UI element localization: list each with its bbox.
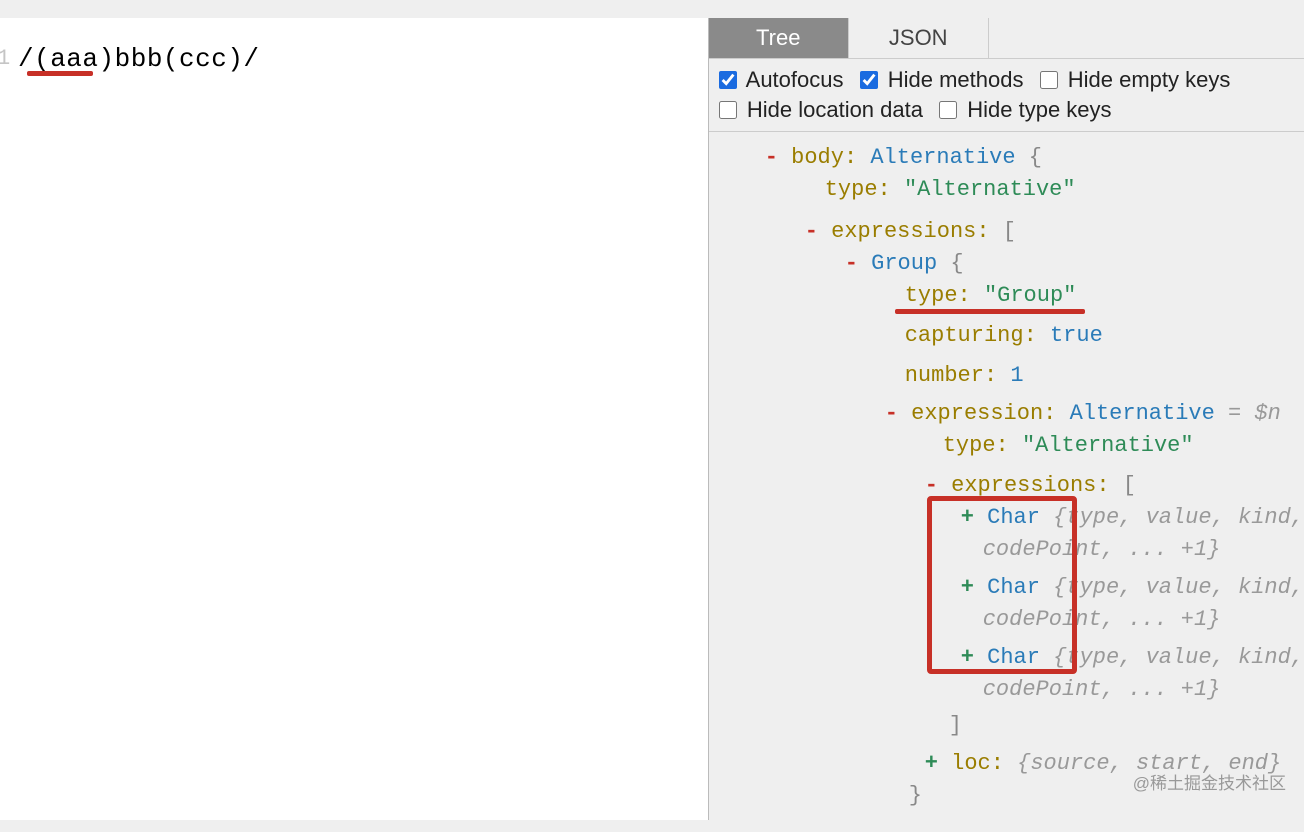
toggle-body[interactable]: -	[765, 145, 778, 170]
tree-char-1-sum1: {type, value, kind,	[1053, 505, 1304, 530]
checkbox-autofocus[interactable]	[719, 71, 737, 89]
tree-char-3-sum2: codePoint, ... +1}	[983, 677, 1221, 702]
option-hide-location-data-label: Hide location data	[747, 97, 923, 122]
tree-val-type-1: "Alternative"	[904, 177, 1076, 202]
tree-key-capturing: capturing	[905, 323, 1024, 348]
tree-type-group[interactable]: Group	[871, 251, 937, 276]
code-content[interactable]: /(aaa)bbb(ccc)/	[18, 44, 260, 74]
annotation-underline-editor	[27, 71, 93, 76]
tab-json[interactable]: JSON	[849, 18, 989, 58]
tree-type-char-3[interactable]: Char	[987, 645, 1040, 670]
tree-char-1-sum2: codePoint, ... +1}	[983, 537, 1221, 562]
tree-key-type-3: type	[943, 433, 996, 458]
option-hide-methods[interactable]: Hide methods	[860, 67, 1030, 92]
checkbox-hide-location-data[interactable]	[719, 101, 737, 119]
line-number: 1	[0, 46, 10, 71]
option-hide-type-keys[interactable]: Hide type keys	[939, 97, 1111, 122]
tree-brace-open-2: {	[950, 251, 963, 276]
tab-tree[interactable]: Tree	[709, 18, 849, 58]
toggle-expression[interactable]: -	[885, 401, 898, 426]
option-autofocus[interactable]: Autofocus	[719, 67, 850, 92]
tree-key-loc: loc	[951, 751, 991, 776]
inspector-pane: Tree JSON Autofocus Hide methods Hide em…	[709, 18, 1304, 820]
code-editor-pane[interactable]: 1 /(aaa)bbb(ccc)/	[0, 18, 709, 820]
checkbox-hide-empty-keys[interactable]	[1040, 71, 1058, 89]
checkbox-hide-methods[interactable]	[860, 71, 878, 89]
toggle-char-1[interactable]: +	[961, 505, 974, 530]
option-hide-empty-keys[interactable]: Hide empty keys	[1040, 67, 1231, 92]
tree-char-2-sum1: {type, value, kind,	[1053, 575, 1304, 600]
tabs-bar: Tree JSON	[709, 18, 1304, 59]
toggle-char-2[interactable]: +	[961, 575, 974, 600]
tree-brace-open: {	[1029, 145, 1042, 170]
tree-view[interactable]: - body: Alternative { type: "Alternative…	[709, 132, 1304, 832]
tree-key-type-1: type	[825, 177, 878, 202]
tree-key-body: body	[791, 145, 844, 170]
tree-val-capturing: true	[1050, 323, 1103, 348]
tree-key-expression: expression	[911, 401, 1043, 426]
toggle-group[interactable]: -	[845, 251, 858, 276]
option-hide-location-data[interactable]: Hide location data	[719, 97, 929, 122]
tree-type-char-1[interactable]: Char	[987, 505, 1040, 530]
toggle-expressions-1[interactable]: -	[805, 219, 818, 244]
tree-type-body[interactable]: Alternative	[870, 145, 1015, 170]
option-hide-empty-keys-label: Hide empty keys	[1068, 67, 1231, 92]
toggle-loc[interactable]: +	[925, 751, 938, 776]
option-autofocus-label: Autofocus	[746, 67, 844, 92]
tree-bracket-close-1: ]	[949, 713, 962, 738]
tree-key-number: number	[905, 363, 984, 388]
watermark: @稀土掘金技术社区	[1133, 769, 1286, 794]
option-hide-type-keys-label: Hide type keys	[967, 97, 1111, 122]
tree-val-type-2: "Group"	[984, 283, 1076, 308]
tree-char-3-sum1: {type, value, kind,	[1053, 645, 1304, 670]
option-hide-methods-label: Hide methods	[888, 67, 1024, 92]
tree-bracket-open-1: [	[1003, 219, 1016, 244]
checkbox-hide-type-keys[interactable]	[939, 101, 957, 119]
tree-bracket-open-2: [	[1123, 473, 1136, 498]
tree-char-2-sum2: codePoint, ... +1}	[983, 607, 1221, 632]
toggle-char-3[interactable]: +	[961, 645, 974, 670]
options-row: Autofocus Hide methods Hide empty keys H…	[709, 59, 1304, 132]
tree-type-char-2[interactable]: Char	[987, 575, 1040, 600]
toggle-expressions-2[interactable]: -	[925, 473, 938, 498]
tree-eq-note: = $n	[1228, 401, 1281, 426]
tree-key-expressions-2: expressions	[951, 473, 1096, 498]
tree-key-type-2: type	[905, 283, 958, 308]
tree-val-type-3: "Alternative"	[1022, 433, 1194, 458]
tree-type-expression[interactable]: Alternative	[1070, 401, 1215, 426]
tree-brace-close-1: }	[909, 783, 922, 808]
tree-val-number: 1	[1010, 363, 1023, 388]
annotation-underline-group	[895, 309, 1085, 314]
tree-key-expressions-1: expressions	[831, 219, 976, 244]
